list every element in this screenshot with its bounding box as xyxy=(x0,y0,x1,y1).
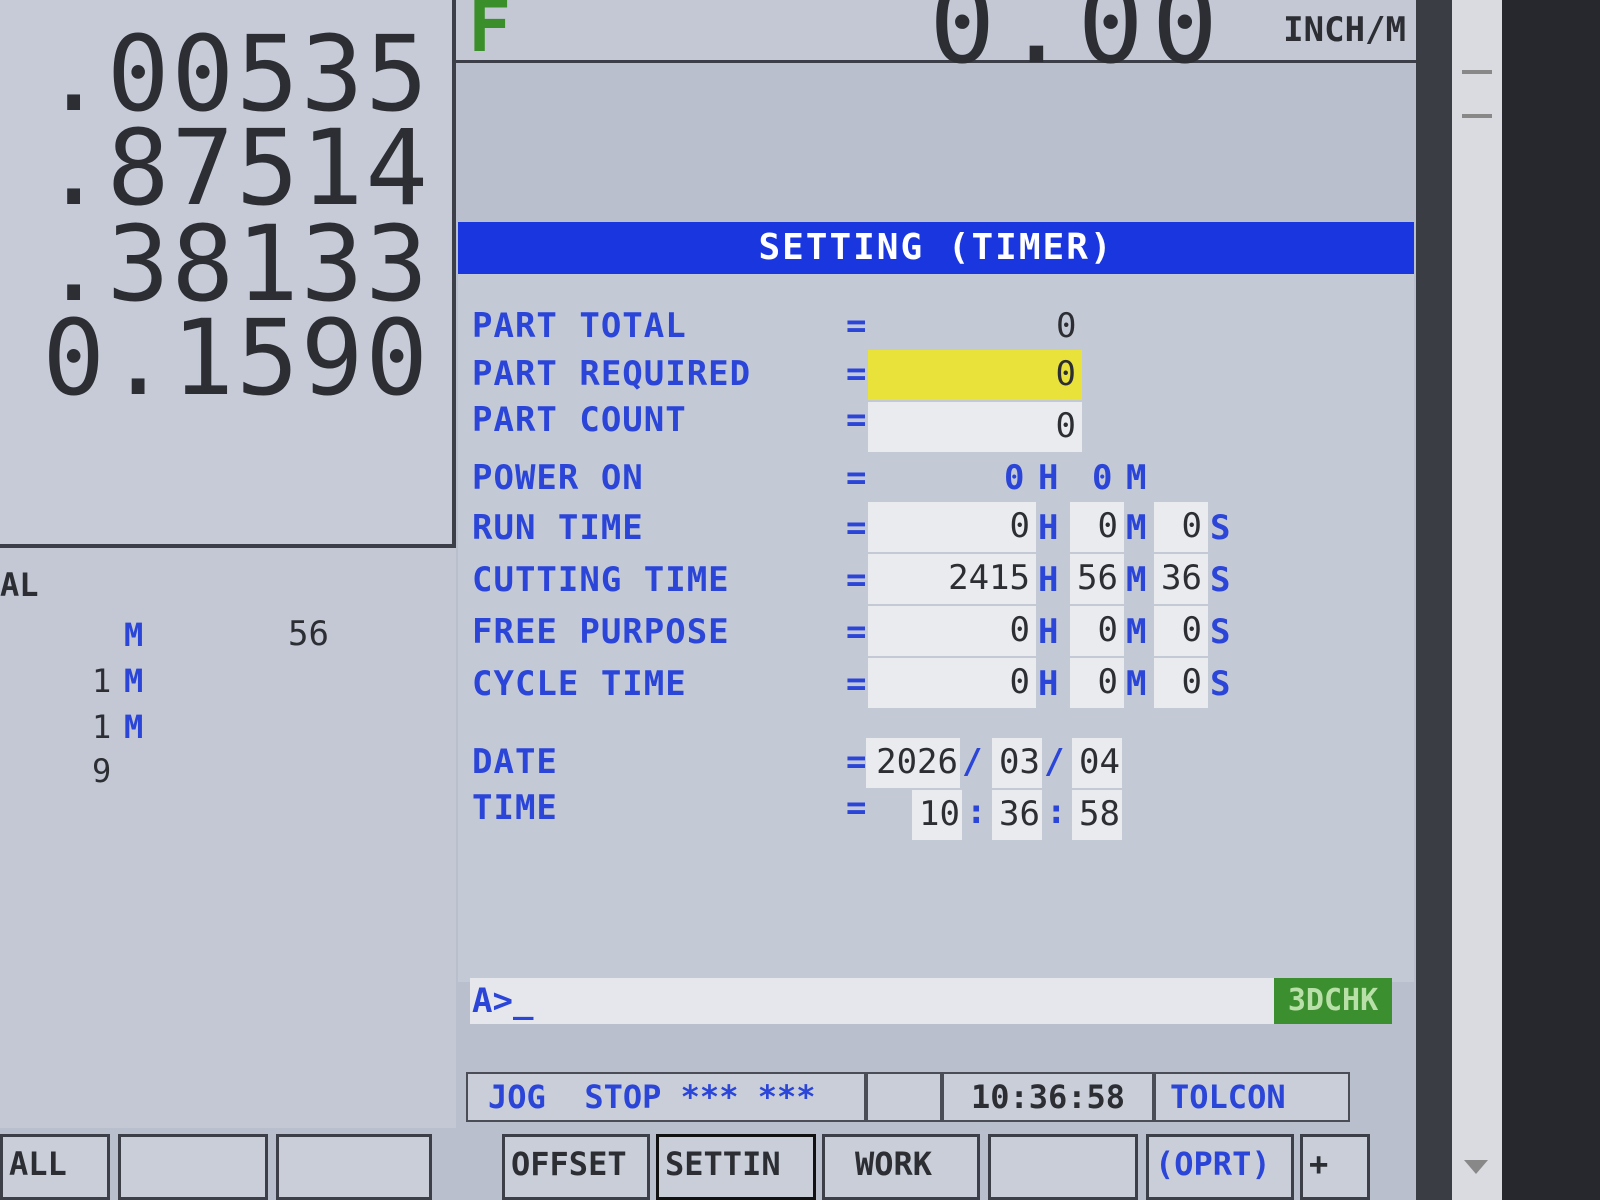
window-title: SETTING (TIMER) xyxy=(458,222,1414,274)
left-row-3-value: 1 xyxy=(92,708,112,746)
date-year-field[interactable]: 2026 xyxy=(866,738,960,788)
tolcon-status: TOLCON xyxy=(1154,1072,1350,1122)
seconds-unit: S xyxy=(1210,664,1231,704)
power-on-minutes: 0 xyxy=(1092,458,1113,498)
status-blank-cell xyxy=(866,1072,942,1122)
free-purpose-minutes-field[interactable]: 0 xyxy=(1070,606,1124,656)
equals-sign: = xyxy=(846,508,867,548)
power-on-hours: 0 xyxy=(1004,458,1025,498)
feed-header: F 0.00 INCH/M xyxy=(456,0,1416,88)
timer-setting-window: SETTING (TIMER) PART TOTAL = 0 PART REQU… xyxy=(458,222,1414,982)
part-count-field[interactable]: 0 xyxy=(868,402,1082,452)
softkey-setting[interactable]: SETTIN xyxy=(656,1134,816,1200)
run-time-hours-field[interactable]: 0 xyxy=(868,502,1036,552)
mode-status: JOG STOP *** *** xyxy=(466,1072,866,1122)
left-row-1-unit: M xyxy=(124,616,144,654)
softkey-work[interactable]: WORK xyxy=(822,1134,980,1200)
softkey-operation[interactable]: (OPRT) xyxy=(1146,1134,1294,1200)
softkey-all[interactable]: ALL xyxy=(0,1134,110,1200)
equals-sign: = xyxy=(846,560,867,600)
time-second-field[interactable]: 58 xyxy=(1072,790,1122,840)
softkey-next[interactable]: + xyxy=(1300,1134,1370,1200)
seconds-unit: S xyxy=(1210,508,1231,548)
softkey-blank-3[interactable] xyxy=(988,1134,1138,1200)
cutting-time-seconds-field[interactable]: 36 xyxy=(1154,554,1208,604)
part-required-field[interactable]: 0 xyxy=(868,350,1082,400)
seconds-unit: S xyxy=(1210,612,1231,652)
scroll-down-icon[interactable] xyxy=(1464,1160,1488,1174)
hours-unit: H xyxy=(1038,458,1059,498)
feed-value: 0.00 xyxy=(929,0,1226,88)
command-prompt: A>_ xyxy=(472,981,534,1021)
status-clock: 10:36:58 xyxy=(942,1072,1154,1122)
left-row-3-unit: M xyxy=(124,708,144,746)
run-time-seconds-field[interactable]: 0 xyxy=(1154,502,1208,552)
feed-unit: INCH/M xyxy=(1283,10,1406,50)
power-on-label: POWER ON xyxy=(472,458,644,498)
part-count-label: PART COUNT xyxy=(472,400,687,440)
equals-sign: = xyxy=(846,354,867,394)
cutting-time-minutes-field[interactable]: 56 xyxy=(1070,554,1124,604)
equals-sign: = xyxy=(846,664,867,704)
hours-unit: H xyxy=(1038,560,1059,600)
run-time-minutes-field[interactable]: 0 xyxy=(1070,502,1124,552)
part-total-label: PART TOTAL xyxy=(472,306,687,346)
left-row-1-value: 56 xyxy=(288,614,329,654)
position-value-4: 0.1590 xyxy=(42,297,430,419)
cutting-time-hours-field[interactable]: 2415 xyxy=(868,554,1036,604)
softkey-offset[interactable]: OFFSET xyxy=(502,1134,650,1200)
free-purpose-seconds-field[interactable]: 0 xyxy=(1154,606,1208,656)
time-hour-field[interactable]: 10 xyxy=(912,790,962,840)
time-label: TIME xyxy=(472,788,558,828)
left-row-2-value: 1 xyxy=(92,662,112,700)
softkey-blank-2[interactable] xyxy=(276,1134,432,1200)
time-separator: : xyxy=(966,792,987,832)
cutting-time-label: CUTTING TIME xyxy=(472,560,730,600)
part-required-label: PART REQUIRED xyxy=(472,354,752,394)
bezel-edge xyxy=(1502,0,1600,1200)
cycle-time-minutes-field[interactable]: 0 xyxy=(1070,658,1124,708)
time-minute-field[interactable]: 36 xyxy=(992,790,1042,840)
hours-unit: H xyxy=(1038,508,1059,548)
3dchk-badge: 3DCHK xyxy=(1274,978,1392,1024)
status-bar: JOG STOP *** *** 10:36:58 TOLCON xyxy=(466,1072,1370,1126)
time-separator: : xyxy=(1046,792,1067,832)
modal-info-panel: AL M 56 1 M 1 M 9 xyxy=(0,548,456,1128)
hours-unit: H xyxy=(1038,664,1059,704)
minutes-unit: M xyxy=(1126,508,1147,548)
scrollbar[interactable] xyxy=(1452,0,1502,1200)
minutes-unit: M xyxy=(1126,560,1147,600)
minutes-unit: M xyxy=(1126,612,1147,652)
minutes-unit: M xyxy=(1126,458,1147,498)
minutes-unit: M xyxy=(1126,664,1147,704)
equals-sign: = xyxy=(846,612,867,652)
run-time-label: RUN TIME xyxy=(472,508,644,548)
date-separator: / xyxy=(962,742,983,782)
date-label: DATE xyxy=(472,742,558,782)
equals-sign: = xyxy=(846,788,867,828)
softkey-blank-1[interactable] xyxy=(118,1134,268,1200)
date-separator: / xyxy=(1044,742,1065,782)
seconds-unit: S xyxy=(1210,560,1231,600)
cycle-time-label: CYCLE TIME xyxy=(472,664,687,704)
part-total-value: 0 xyxy=(1056,306,1077,346)
equals-sign: = xyxy=(846,458,867,498)
hours-unit: H xyxy=(1038,612,1059,652)
date-month-field[interactable]: 03 xyxy=(992,738,1042,788)
left-row-2-unit: M xyxy=(124,662,144,700)
command-input-line[interactable]: A>_ 3DCHK xyxy=(470,978,1392,1024)
menu-icon[interactable] xyxy=(1462,70,1492,118)
left-header: AL xyxy=(0,566,39,604)
cycle-time-seconds-field[interactable]: 0 xyxy=(1154,658,1208,708)
position-panel: .00535 .87514 .38133 0.1590 xyxy=(0,0,456,548)
equals-sign: = xyxy=(846,742,867,782)
left-row-4-value: 9 xyxy=(92,752,112,790)
free-purpose-hours-field[interactable]: 0 xyxy=(868,606,1036,656)
feed-letter: F xyxy=(468,0,512,68)
free-purpose-label: FREE PURPOSE xyxy=(472,612,730,652)
cycle-time-hours-field[interactable]: 0 xyxy=(868,658,1036,708)
equals-sign: = xyxy=(846,400,867,440)
date-day-field[interactable]: 04 xyxy=(1072,738,1122,788)
equals-sign: = xyxy=(846,306,867,346)
